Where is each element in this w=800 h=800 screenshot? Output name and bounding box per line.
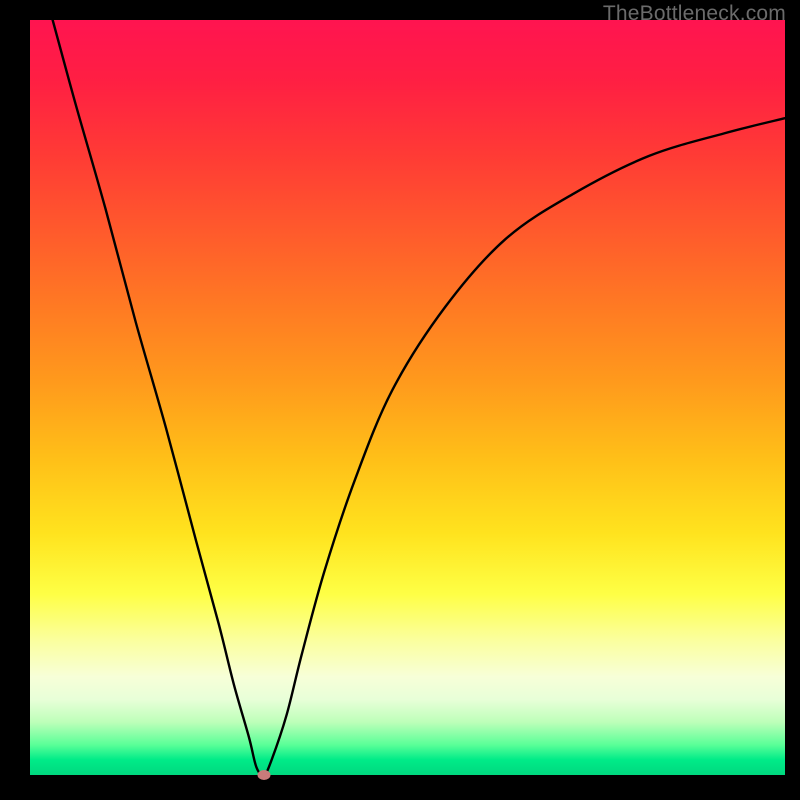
minimum-marker xyxy=(258,770,271,780)
plot-area xyxy=(30,20,785,775)
watermark-text: TheBottleneck.com xyxy=(603,2,786,26)
bottleneck-curve xyxy=(30,20,785,775)
chart-frame: TheBottleneck.com xyxy=(0,0,800,800)
